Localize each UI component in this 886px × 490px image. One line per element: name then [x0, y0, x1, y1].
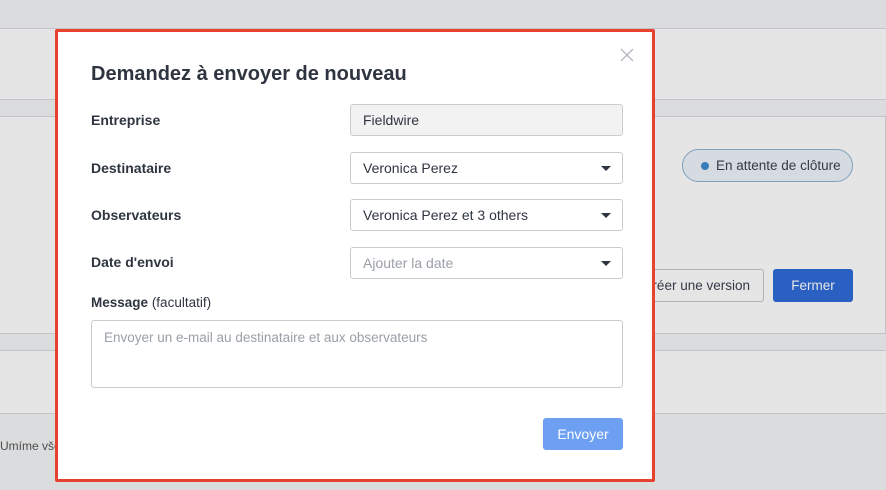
send-date-placeholder: Ajouter la date: [363, 255, 454, 271]
recipient-select[interactable]: Veronica Perez: [350, 152, 623, 184]
observers-select[interactable]: Veronica Perez et 3 others: [350, 199, 623, 231]
chevron-down-icon: [601, 166, 611, 171]
message-label-text: Message: [91, 295, 149, 310]
send-date-label: Date d'envoi: [91, 254, 174, 270]
company-value: Fieldwire: [363, 112, 420, 128]
recipient-label: Destinataire: [91, 160, 172, 176]
send-button[interactable]: Envoyer: [543, 418, 623, 450]
dialog-title: Demandez à envoyer de nouveau: [91, 63, 407, 85]
recipient-value: Veronica Perez: [363, 160, 458, 176]
close-icon[interactable]: [619, 47, 635, 63]
message-textarea[interactable]: Envoyer un e-mail au destinataire et aux…: [91, 320, 623, 388]
company-label: Entreprise: [91, 112, 161, 128]
chevron-down-icon: [601, 261, 611, 266]
message-optional: (facultatif): [151, 295, 212, 310]
send-date-select[interactable]: Ajouter la date: [350, 247, 623, 279]
observers-value: Veronica Perez et 3 others: [363, 207, 528, 223]
message-label: Message (facultatif): [91, 295, 211, 310]
message-placeholder: Envoyer un e-mail au destinataire et aux…: [104, 330, 428, 345]
company-field: Fieldwire: [350, 104, 623, 136]
observers-label: Observateurs: [91, 207, 182, 223]
chevron-down-icon: [601, 213, 611, 218]
resend-dialog: Demandez à envoyer de nouveau Entreprise…: [55, 29, 655, 482]
